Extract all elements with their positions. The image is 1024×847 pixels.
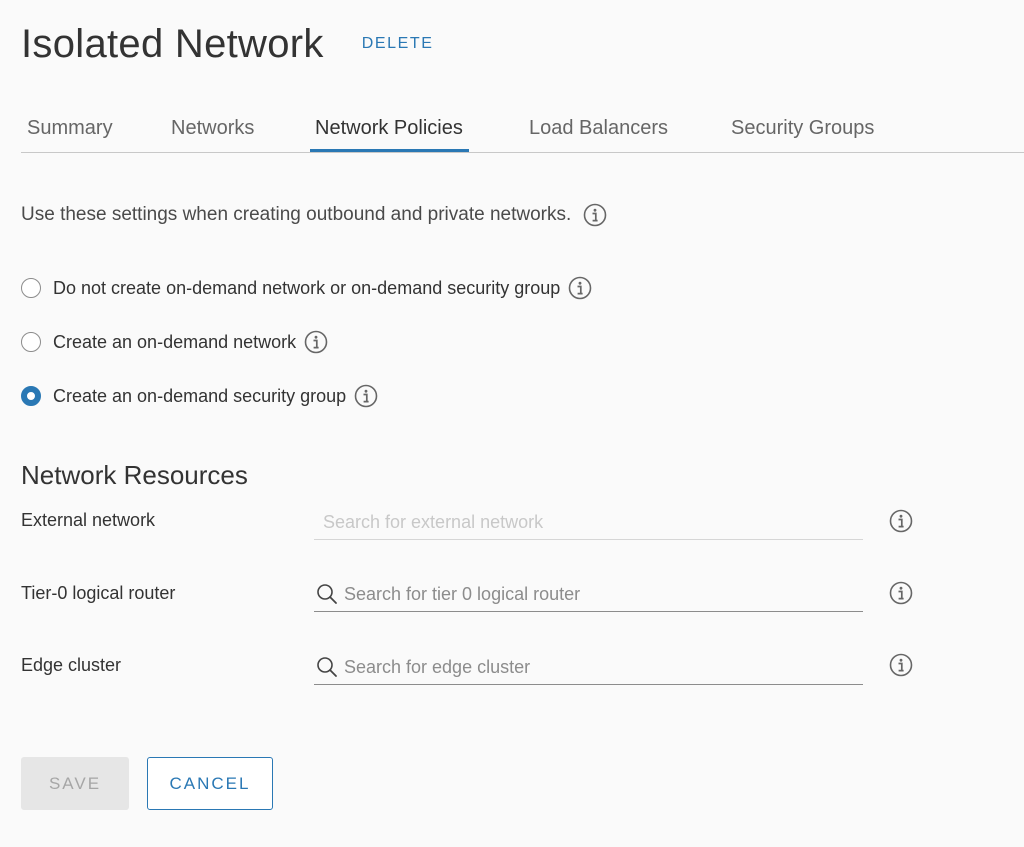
network-resources-title: Network Resources xyxy=(21,460,248,490)
tab-bar: Summary Networks Network Policies Load B… xyxy=(21,104,1024,153)
radio-button[interactable] xyxy=(21,332,41,352)
radio-label: Do not create on-demand network or on-de… xyxy=(53,277,561,298)
search-icon xyxy=(317,584,337,604)
tier0-router-label: Tier-0 logical router xyxy=(21,583,176,603)
external-network-input xyxy=(314,511,863,533)
delete-button[interactable]: DELETE xyxy=(362,35,434,53)
edge-cluster-input[interactable] xyxy=(338,656,863,678)
edge-cluster-field[interactable] xyxy=(314,650,863,685)
radio-on-demand-security-group[interactable]: Create an on-demand security group xyxy=(21,384,378,408)
radio-button[interactable] xyxy=(21,278,41,298)
tab-networks[interactable]: Networks xyxy=(171,104,254,151)
info-icon[interactable] xyxy=(583,203,607,227)
cancel-button[interactable]: CANCEL xyxy=(147,757,273,810)
tab-load-balancers[interactable]: Load Balancers xyxy=(529,104,668,151)
radio-label: Create an on-demand network xyxy=(53,331,297,352)
tier0-router-input[interactable] xyxy=(338,583,863,605)
tab-security-groups[interactable]: Security Groups xyxy=(731,104,874,151)
external-network-label: External network xyxy=(21,510,156,530)
radio-button-selected[interactable] xyxy=(21,386,41,406)
page-title: Isolated Network xyxy=(21,22,324,66)
info-icon[interactable] xyxy=(889,581,913,605)
info-icon[interactable] xyxy=(889,509,913,533)
info-icon[interactable] xyxy=(889,653,913,677)
external-network-field xyxy=(314,505,863,540)
edge-cluster-label: Edge cluster xyxy=(21,655,122,675)
tier0-router-field[interactable] xyxy=(314,577,863,612)
radio-no-on-demand[interactable]: Do not create on-demand network or on-de… xyxy=(21,276,592,300)
search-icon xyxy=(317,657,337,677)
tab-network-policies[interactable]: Network Policies xyxy=(310,104,469,152)
page-header: Isolated Network DELETE xyxy=(21,22,434,67)
policy-intro-text: Use these settings when creating outboun… xyxy=(21,204,572,225)
info-icon[interactable] xyxy=(354,384,378,408)
info-icon[interactable] xyxy=(304,330,328,354)
policy-intro: Use these settings when creating outboun… xyxy=(21,203,607,227)
radio-label: Create an on-demand security group xyxy=(53,385,347,406)
save-button[interactable]: SAVE xyxy=(21,757,129,810)
radio-on-demand-network[interactable]: Create an on-demand network xyxy=(21,330,328,354)
info-icon[interactable] xyxy=(568,276,592,300)
tab-summary[interactable]: Summary xyxy=(27,104,113,151)
